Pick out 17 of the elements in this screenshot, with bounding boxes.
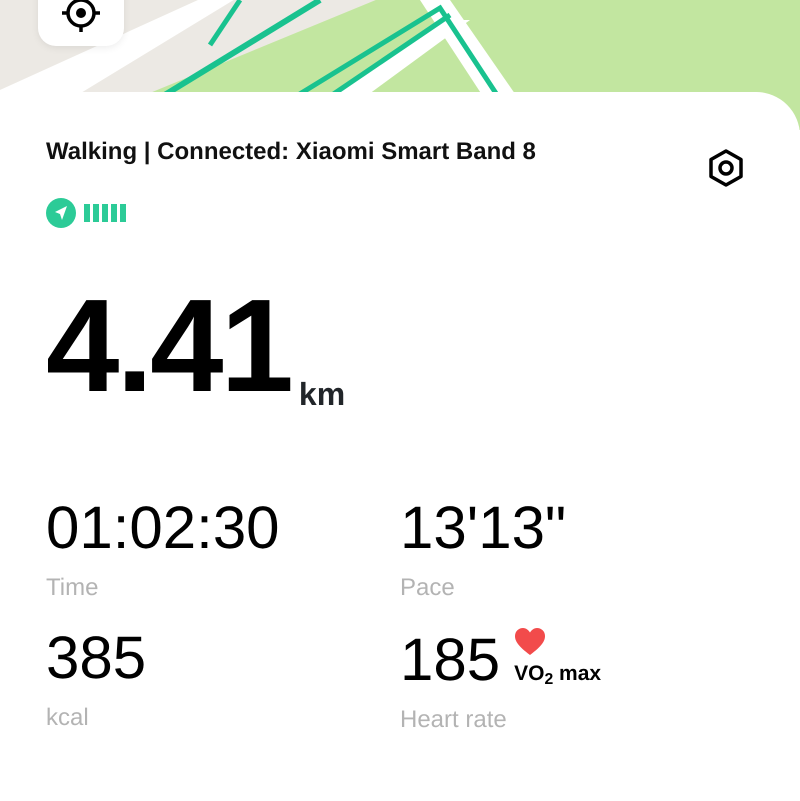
- stat-label: kcal: [46, 703, 90, 733]
- stat-label: Time: [46, 573, 100, 603]
- stat-value: 385: [46, 628, 146, 688]
- stat-value: 185: [400, 630, 500, 690]
- distance-value: 4.41: [46, 280, 291, 412]
- gps-icon: [46, 198, 76, 228]
- stat-label: Pace: [400, 573, 456, 603]
- stat-label: Heart rate: [400, 704, 508, 734]
- locate-icon: [59, 0, 103, 35]
- vo2-max-label: VO$_{2}$ max: [514, 661, 602, 690]
- stat-value: 13'13": [400, 498, 566, 558]
- heart-icon: [514, 628, 546, 656]
- distance-unit: km: [298, 375, 346, 414]
- settings-icon[interactable]: [707, 148, 745, 188]
- stat-value: 01:02:30: [46, 498, 280, 558]
- workout-status: Walking | Connected: Xiaomi Smart Band 8: [46, 137, 536, 167]
- signal-icon: [84, 204, 126, 222]
